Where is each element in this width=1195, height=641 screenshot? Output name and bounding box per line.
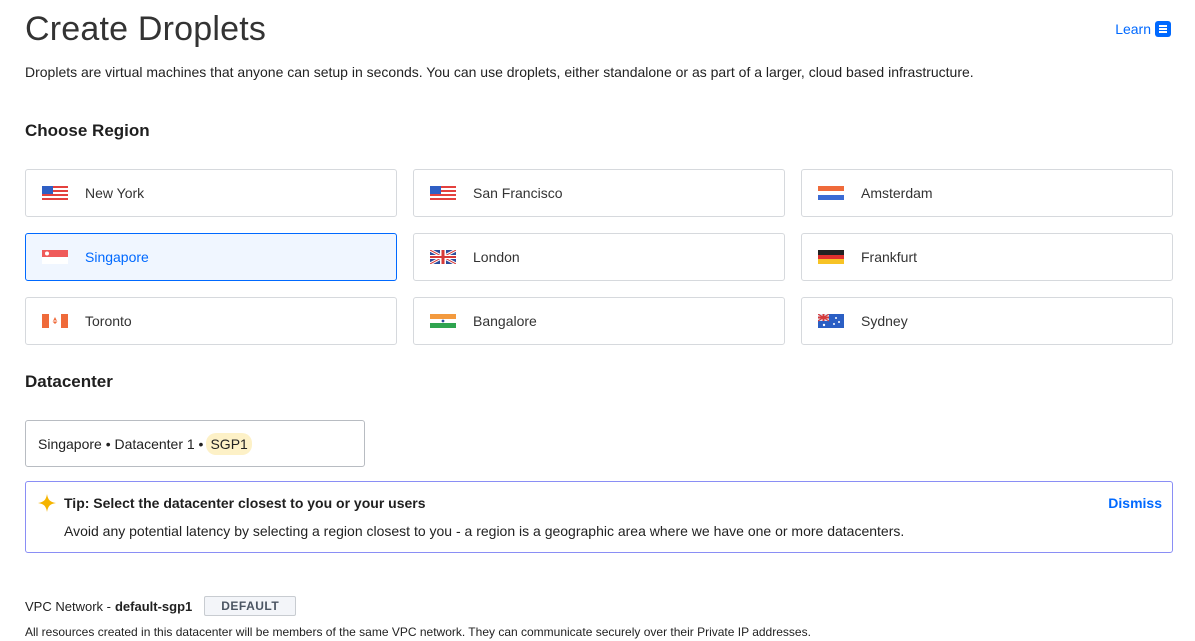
- region-label: Amsterdam: [861, 185, 933, 201]
- region-option-new-york[interactable]: New York: [25, 169, 397, 217]
- datacenter-select[interactable]: Singapore • Datacenter 1 • SGP1: [25, 420, 365, 467]
- canada-flag-icon: [42, 314, 68, 328]
- region-label: Bangalore: [473, 313, 537, 329]
- datacenter-selected-value: Singapore • Datacenter 1 •: [38, 435, 204, 452]
- region-option-london[interactable]: London: [413, 233, 785, 281]
- region-label: Singapore: [85, 249, 149, 265]
- dismiss-button[interactable]: Dismiss: [1108, 495, 1162, 511]
- vpc-network-row: VPC Network - default-sgp1 DEFAULT: [25, 596, 297, 616]
- page-title: Create Droplets: [25, 10, 267, 48]
- vpc-name: default-sgp1: [114, 598, 193, 614]
- singapore-flag-icon: [42, 250, 68, 264]
- tip-banner: Tip: Select the datacenter closest to yo…: [25, 481, 1173, 553]
- region-option-singapore[interactable]: Singapore: [25, 233, 397, 281]
- region-label: Sydney: [861, 313, 908, 329]
- learn-link[interactable]: Learn: [1115, 21, 1171, 37]
- us-flag-icon: [430, 186, 456, 200]
- document-icon: [1155, 21, 1171, 37]
- region-option-frankfurt[interactable]: Frankfurt: [801, 233, 1173, 281]
- vpc-label: VPC Network -: [25, 598, 111, 614]
- region-option-sydney[interactable]: Sydney: [801, 297, 1173, 345]
- region-option-san-francisco[interactable]: San Francisco: [413, 169, 785, 217]
- region-label: San Francisco: [473, 185, 563, 201]
- netherlands-flag-icon: [818, 186, 844, 200]
- region-label: London: [473, 249, 520, 265]
- region-label: Toronto: [85, 313, 132, 329]
- region-label: New York: [85, 185, 145, 201]
- sparkle-icon: [38, 494, 56, 512]
- default-badge: DEFAULT: [204, 596, 297, 616]
- region-label: Frankfurt: [861, 249, 918, 265]
- tip-body: Avoid any potential latency by selecting…: [64, 523, 905, 539]
- region-option-amsterdam[interactable]: Amsterdam: [801, 169, 1173, 217]
- germany-flag-icon: [818, 250, 844, 264]
- vpc-description: All resources created in this datacenter…: [25, 625, 811, 639]
- india-flag-icon: [430, 314, 456, 328]
- tip-title: Tip: Select the datacenter closest to yo…: [64, 495, 426, 511]
- choose-region-heading: Choose Region: [25, 121, 150, 140]
- intro-text: Droplets are virtual machines that anyon…: [25, 64, 974, 80]
- learn-label: Learn: [1115, 21, 1151, 37]
- uk-flag-icon: [430, 250, 456, 264]
- region-grid: New York San Francisco Amsterdam Singapo…: [25, 169, 1173, 345]
- region-option-bangalore[interactable]: Bangalore: [413, 297, 785, 345]
- region-option-toronto[interactable]: Toronto: [25, 297, 397, 345]
- australia-flag-icon: [818, 314, 844, 328]
- datacenter-heading: Datacenter: [25, 372, 113, 391]
- us-flag-icon: [42, 186, 68, 200]
- datacenter-code: SGP1: [206, 432, 252, 455]
